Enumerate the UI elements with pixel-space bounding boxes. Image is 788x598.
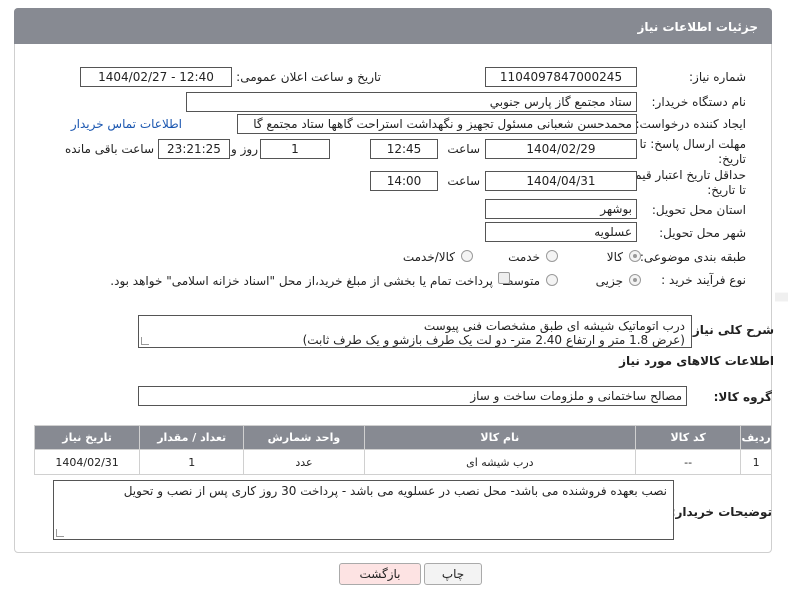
payment-note: پرداخت تمام یا بخشی از مبلغ خرید،از محل … — [110, 274, 493, 288]
creator-label: ایجاد کننده درخواست: — [635, 117, 746, 131]
description-line-1: درب اتوماتیک شیشه ای طبق مشخصات فنی پیوس… — [423, 319, 685, 333]
col-name: نام کالا — [363, 425, 637, 450]
validity-date-field[interactable]: 1404/04/31 — [485, 171, 637, 191]
cell-name: درب شیشه ای — [363, 449, 637, 475]
process-radio-minor[interactable] — [629, 274, 641, 286]
col-date: تاریخ نیاز — [33, 425, 141, 450]
province-label: استان محل تحویل: — [651, 203, 746, 217]
page-title: جزئیات اطلاعات نیاز — [637, 20, 758, 34]
deadline-label: مهلت ارسال پاسخ: تا — [639, 137, 746, 151]
announce-label: تاریخ و ساعت اعلان عمومی: — [236, 70, 381, 84]
description-line-2: (عرض 1.8 متر و ارتفاع 2.40 متر- دو لت یک… — [302, 333, 685, 347]
cell-row: 1 — [740, 449, 772, 475]
panel-header: جزئیات اطلاعات نیاز — [14, 8, 772, 44]
col-row: ردیف — [740, 425, 772, 450]
category-label: طبقه بندی موضوعی: — [639, 250, 746, 264]
category-option-service: خدمت — [508, 250, 540, 264]
process-option-minor: جزیی — [595, 274, 623, 288]
category-radio-both[interactable] — [461, 250, 473, 262]
resize-grip-icon[interactable] — [141, 337, 149, 345]
remaining-time-field[interactable]: 23:21:25 — [158, 139, 230, 159]
col-qty: تعداد / مقدار — [139, 425, 245, 450]
description-textarea[interactable]: درب اتوماتیک شیشه ای طبق مشخصات فنی پیوس… — [138, 315, 692, 348]
back-button[interactable]: بازگشت — [339, 563, 421, 585]
process-label: نوع فرآیند خرید : — [661, 273, 746, 287]
remaining-label: ساعت باقی مانده — [64, 142, 154, 156]
validity-time-field[interactable]: 14:00 — [370, 171, 438, 191]
deadline-time-label: ساعت — [447, 142, 480, 156]
cell-qty: 1 — [139, 449, 245, 475]
category-option-both: کالا/خدمت — [402, 250, 455, 264]
category-radio-service[interactable] — [546, 250, 558, 262]
goods-table: ردیف کد کالا نام کالا واحد شمارش تعداد /… — [33, 425, 772, 475]
validity-time-label: ساعت — [447, 174, 480, 188]
resize-grip-icon[interactable] — [56, 529, 64, 537]
city-label: شهر محل تحویل: — [659, 226, 746, 240]
goods-group-field[interactable]: مصالح ساختمانی و ملزومات ساخت و ساز — [138, 386, 687, 406]
cell-date: 1404/02/31 — [33, 449, 141, 475]
deadline-date-field[interactable]: 1404/02/29 — [485, 139, 637, 159]
cell-code: -- — [635, 449, 742, 475]
buyer-notes-label: توضیحات خریدار: — [670, 505, 772, 519]
cell-unit: عدد — [243, 449, 365, 475]
announce-field[interactable]: 1404/02/27 - 12:40 — [80, 67, 232, 87]
validity-label: حداقل تاریخ اعتبار قیمت: — [619, 168, 746, 182]
creator-field[interactable]: محمدحسن شعبانی مسئول تجهیز و نگهداشت است… — [237, 114, 637, 134]
days-field[interactable]: 1 — [260, 139, 330, 159]
contact-info-link[interactable]: اطلاعات تماس خریدار — [71, 117, 182, 131]
validity-label-2: تا تاریخ: — [707, 183, 746, 197]
goods-section-title: اطلاعات کالاهای مورد نیاز — [619, 354, 774, 368]
col-code: کد کالا — [635, 425, 742, 450]
print-button[interactable]: چاپ — [424, 563, 482, 585]
province-field[interactable]: بوشهر — [485, 199, 637, 219]
buyer-notes-textarea[interactable]: نصب بعهده فروشنده می باشد- محل نصب در عس… — [53, 480, 674, 540]
need-number-field[interactable]: 1104097847000245 — [485, 67, 637, 87]
buyer-org-label: نام دستگاه خریدار: — [651, 95, 747, 109]
category-radio-goods[interactable] — [629, 250, 641, 262]
deadline-time-field[interactable]: 12:45 — [370, 139, 438, 159]
category-option-goods: کالا — [606, 250, 623, 264]
process-radio-medium[interactable] — [546, 274, 558, 286]
city-field[interactable]: عسلویه — [485, 222, 637, 242]
description-label: شرح کلی نیاز: — [688, 323, 774, 337]
need-number-label: شماره نیاز: — [689, 70, 746, 84]
deadline-label-2: تاریخ: — [718, 152, 746, 166]
buyer-org-field[interactable]: ستاد مجتمع گاز پارس جنوبي — [186, 92, 637, 112]
goods-group-label: گروه کالا: — [713, 390, 772, 404]
treasury-checkbox[interactable] — [498, 272, 510, 284]
col-unit: واحد شمارش — [243, 425, 365, 450]
buyer-notes-text: نصب بعهده فروشنده می باشد- محل نصب در عس… — [123, 484, 667, 498]
goods-table-header: ردیف کد کالا نام کالا واحد شمارش تعداد /… — [33, 425, 772, 450]
table-row[interactable]: 1 -- درب شیشه ای عدد 1 1404/02/31 — [33, 449, 772, 475]
days-label: روز و — [231, 142, 258, 156]
